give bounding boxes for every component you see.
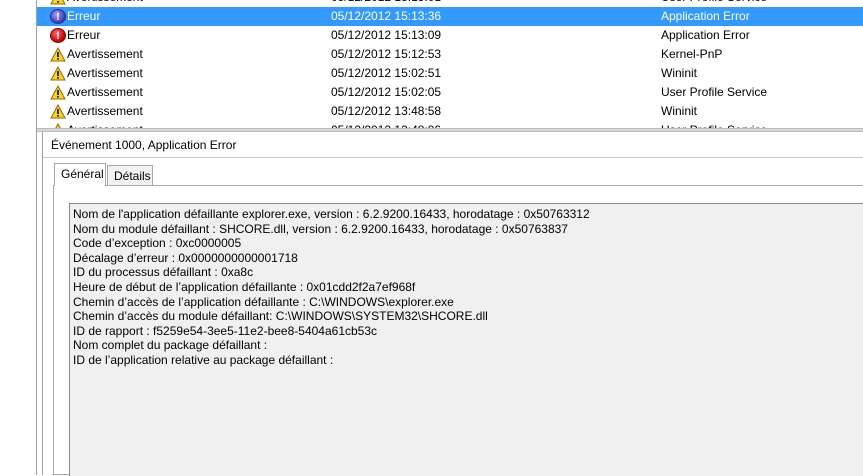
event-date: 05/12/2012 15:02:51 [331,66,442,80]
event-row[interactable]: Avertissement 05/12/2012 15:12:53 Kernel-P… [37,45,863,64]
description-line: Nom du module défaillant : SHCORE.dll, v… [73,221,568,236]
event-source: User Profile Service [661,121,767,128]
event-list-rows: Avertissement 05/12/2012 15:15:01 User Pro… [37,0,863,128]
event-date: 05/12/2012 15:13:09 [331,28,442,42]
event-level: Erreur [67,28,101,42]
event-source: User Profile Service [661,85,768,99]
event-row[interactable]: Avertissement 05/12/2012 13:48:06 User Pro… [37,121,863,128]
tab-panel-general: Nom de l'application défaillante explore… [53,185,863,476]
description-line: Heure de début de l’application défailla… [73,280,416,294]
warning-icon [50,0,66,5]
warning-icon [50,65,66,81]
event-row[interactable]: Avertissement 05/12/2012 15:15:01 User Pro… [37,0,863,7]
event-row[interactable]: Avertissement 05/12/2012 15:02:51 Wininit [37,64,863,83]
description-line: Chemin d’accès de l’application défailla… [73,294,454,309]
event-source: User Profile Service [661,0,767,7]
event-source: Application Error [661,28,750,42]
description-line: ID de rapport : f5259e54-3ee5-11e2-bee8-… [73,323,378,338]
event-level: Avertissement [67,66,143,80]
warning-icon [50,84,66,100]
event-row[interactable]: ! Erreur 05/12/2012 15:13:36 Application Er… [37,7,863,26]
warning-icon [50,103,66,119]
event-source: Wininit [661,66,698,80]
event-detail-pane: Événement 1000, Application Error Généra… [42,132,863,476]
event-row[interactable]: Avertissement 05/12/2012 15:02:05 User Pro… [37,83,863,102]
description-line: Nom de l'application défaillante explore… [73,207,590,221]
event-list[interactable]: Avertissement 05/12/2012 15:15:01 User Pro… [37,0,863,128]
event-level: Erreur [67,9,101,23]
event-source: Wininit [661,104,698,118]
description-line: Décalage d’erreur : 0x0000000000001718 [73,250,298,265]
event-level: Avertissement [67,121,143,128]
event-level: Avertissement [67,85,143,99]
event-row[interactable]: Avertissement 05/12/2012 13:48:58 Wininit [37,102,863,121]
event-level: Avertissement [67,0,143,7]
tab-general[interactable]: Général [54,163,106,186]
event-source: Kernel-PnP [661,47,723,61]
event-row[interactable]: ! Erreur 05/12/2012 15:13:09 Application Er… [37,26,863,45]
title-divider [43,157,863,158]
description-line: Chemin d’accès du module défaillant: C:\… [73,309,488,324]
left-gutter [0,0,36,475]
warning-icon [50,46,66,62]
event-date: 05/12/2012 13:48:58 [331,104,442,118]
error-icon: ! [50,9,66,24]
event-date: 05/12/2012 15:13:36 [331,9,442,23]
tab-details[interactable]: Détails [107,165,153,186]
description-line: Nom complet du package défaillant : [73,338,268,353]
event-description[interactable]: Nom de l'application défaillante explore… [69,203,863,476]
description-line: ID de l’application relative au package … [73,353,334,367]
tabs-area: Général Détails Nom de l'application déf… [53,163,863,476]
event-date: 05/12/2012 15:02:05 [331,85,442,99]
event-date: 05/12/2012 15:12:53 [331,47,442,61]
event-level: Avertissement [67,104,143,118]
event-date: 05/12/2012 13:48:06 [331,121,441,128]
event-date: 05/12/2012 15:15:01 [331,0,441,7]
description-line: ID du processus défaillant : 0xa8c [73,265,254,280]
description-line: Code d’exception : 0xc0000005 [73,236,242,251]
event-level: Avertissement [67,47,143,61]
event-detail-title: Événement 1000, Application Error [51,138,237,152]
error-icon: ! [50,28,66,43]
event-source: Application Error [661,9,750,23]
